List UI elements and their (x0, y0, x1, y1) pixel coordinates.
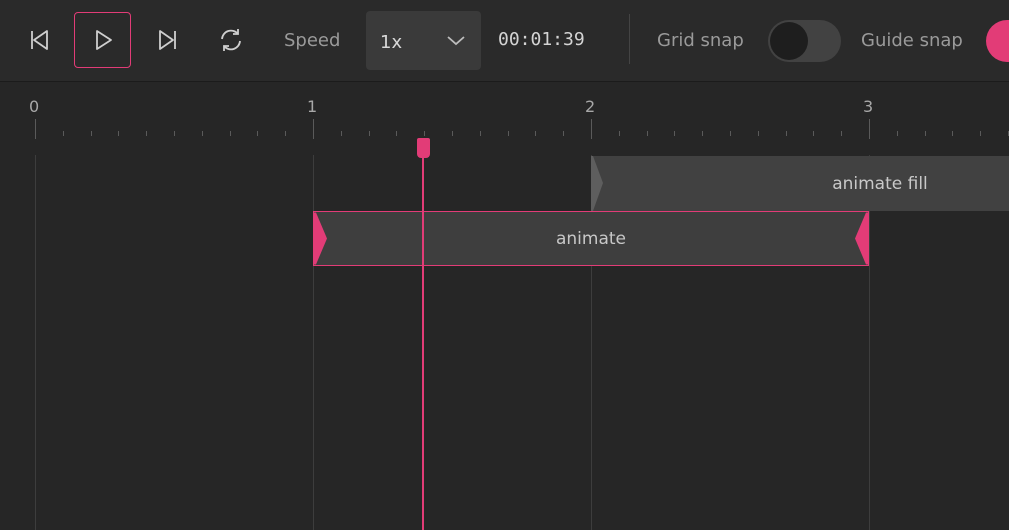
ruler-tick (118, 131, 119, 136)
ruler-tick (758, 131, 759, 136)
ruler-tick (702, 131, 703, 136)
grid-snap-label: Grid snap (657, 30, 744, 51)
chevron-down-icon (447, 36, 465, 46)
loop-button[interactable] (202, 12, 259, 68)
ruler-tick (925, 131, 926, 136)
skip-forward-button[interactable] (139, 12, 196, 68)
ruler-tick (202, 131, 203, 136)
time-ruler[interactable]: 0 1 2 3 (0, 82, 1009, 140)
ruler-tick (369, 131, 370, 136)
ruler-tick (591, 119, 592, 139)
play-button[interactable] (74, 12, 131, 68)
ruler-tick (730, 131, 731, 136)
ruler-label-1: 1 (307, 97, 318, 116)
gridline (869, 155, 870, 530)
ruler-tick (535, 131, 536, 136)
ruler-tick (285, 131, 286, 136)
ruler-tick (786, 131, 787, 136)
ruler-tick (674, 131, 675, 136)
track-clip-animate[interactable]: animate (313, 211, 869, 266)
ruler-tick (508, 131, 509, 136)
ruler-tick (35, 119, 36, 139)
grid-snap-toggle[interactable] (768, 20, 841, 62)
current-time: 00:01:39 (498, 29, 585, 50)
ruler-tick (452, 131, 453, 136)
gridline (35, 155, 36, 530)
clip-start-handle[interactable] (314, 212, 328, 265)
ruler-tick (869, 119, 870, 139)
ruler-tick (91, 131, 92, 136)
ruler-tick (952, 131, 953, 136)
ruler-tick (841, 131, 842, 136)
speed-select[interactable]: 1x (366, 11, 481, 70)
toggle-knob (770, 22, 808, 60)
ruler-tick (563, 131, 564, 136)
ruler-tick (813, 131, 814, 136)
skip-back-button[interactable] (10, 12, 67, 68)
ruler-label-2: 2 (585, 97, 596, 116)
ruler-label-0: 0 (29, 97, 40, 116)
ruler-tick (174, 131, 175, 136)
timeline-toolbar: Speed 1x 00:01:39 Grid snap Guide snap (0, 0, 1009, 82)
speed-value: 1x (380, 32, 403, 53)
speed-label: Speed (284, 30, 341, 51)
ruler-tick (424, 131, 425, 136)
ruler-tick (341, 131, 342, 136)
ruler-tick (257, 131, 258, 136)
guide-snap-toggle[interactable] (986, 20, 1009, 62)
ruler-tick (146, 131, 147, 136)
playhead-handle[interactable] (417, 138, 430, 158)
ruler-tick (313, 119, 314, 139)
play-icon (95, 30, 112, 50)
loop-icon (220, 29, 241, 51)
ruler-tick (619, 131, 620, 136)
ruler-tick (980, 131, 981, 136)
ruler-tick (63, 131, 64, 136)
ruler-tick (230, 131, 231, 136)
ruler-tick (897, 131, 898, 136)
ruler-label-3: 3 (863, 97, 874, 116)
ruler-tick (647, 131, 648, 136)
clip-start-handle (591, 156, 603, 211)
skip-forward-icon (158, 30, 176, 50)
toolbar-divider (629, 14, 630, 64)
clip-end-handle[interactable] (854, 212, 868, 265)
ruler-tick (480, 131, 481, 136)
clip-label: animate (555, 228, 627, 249)
clip-label: animate fill (832, 173, 928, 194)
track-clip-animate-fill[interactable]: animate fill (591, 156, 1009, 211)
skip-back-icon (30, 30, 48, 50)
playhead-line[interactable] (422, 156, 424, 530)
ruler-tick (396, 131, 397, 136)
guide-snap-label: Guide snap (861, 30, 963, 51)
